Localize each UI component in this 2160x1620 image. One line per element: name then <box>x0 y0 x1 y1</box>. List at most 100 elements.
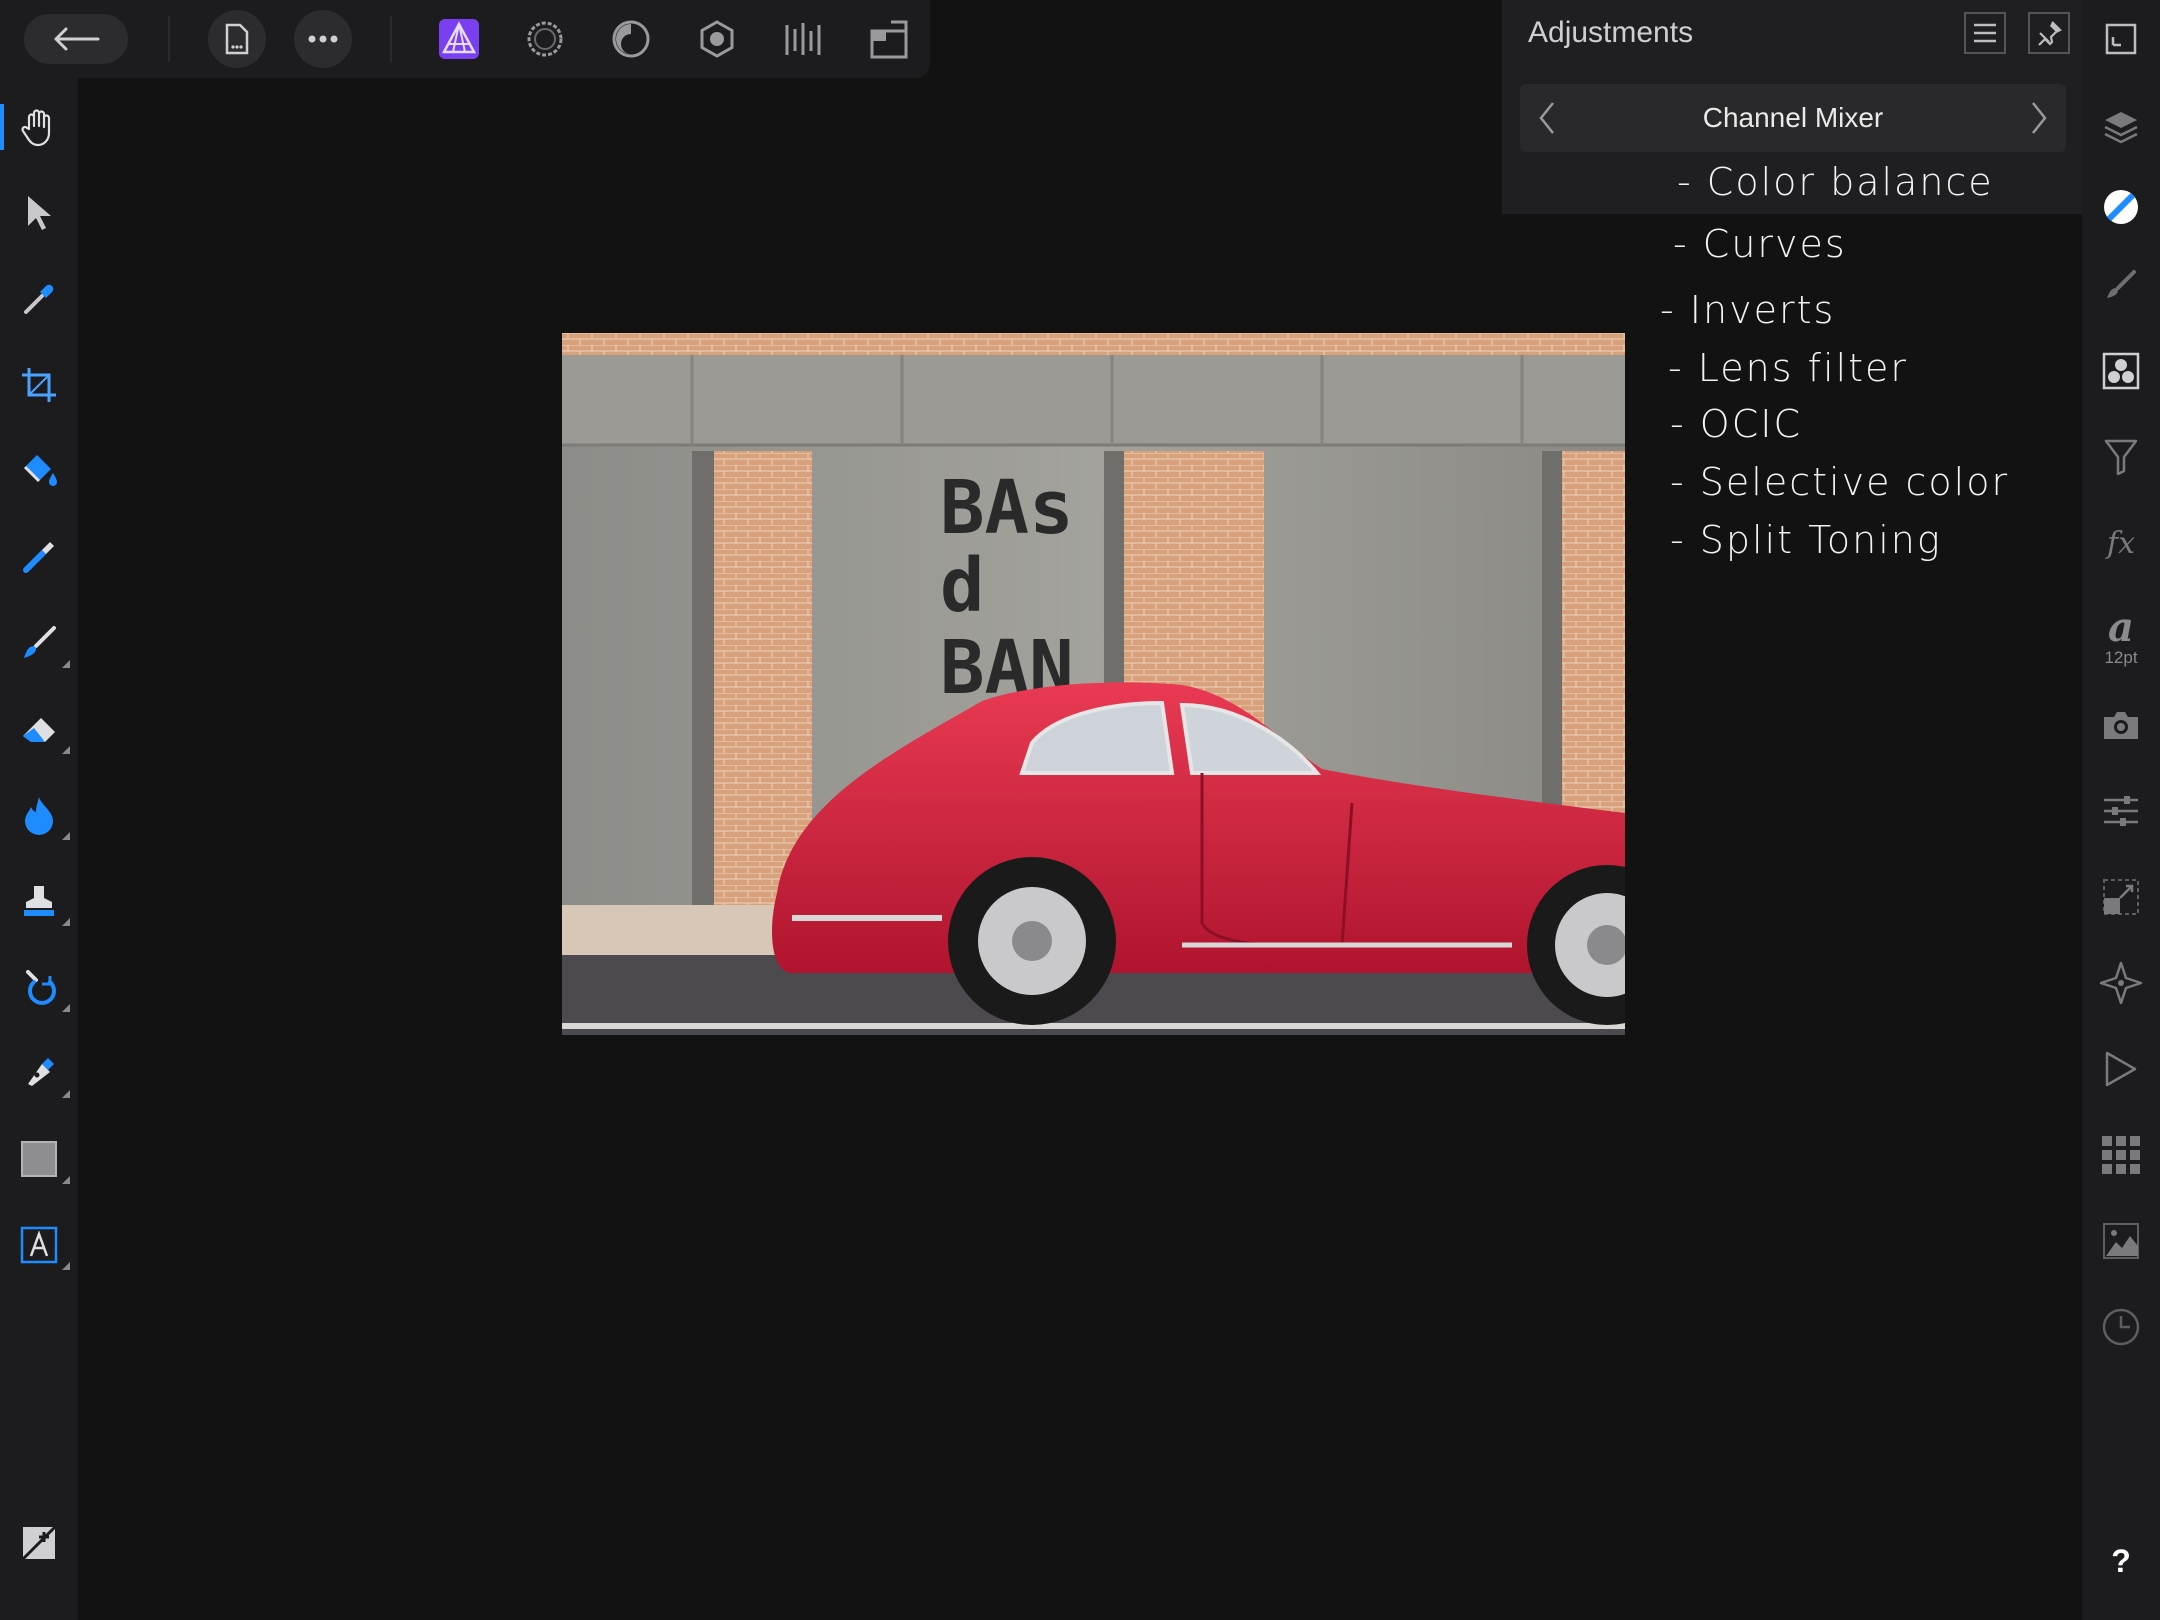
back-button[interactable] <box>24 14 128 64</box>
develop-persona-button[interactable] <box>602 14 660 64</box>
snapshots-studio-button[interactable] <box>2082 690 2160 760</box>
layout-button[interactable] <box>860 14 918 64</box>
layers-studio-button[interactable] <box>2082 92 2160 162</box>
panel-menu-button[interactable] <box>1964 12 2006 54</box>
tools-toolbar <box>0 78 78 1620</box>
sign-text-line-1: BAs <box>940 465 1074 551</box>
preset-selector: Channel Mixer <box>1520 84 2066 152</box>
swatches-icon <box>2102 1136 2140 1174</box>
move-tool[interactable] <box>0 178 78 248</box>
filters-studio-button[interactable] <box>2082 422 2160 492</box>
paint-brush-tool[interactable] <box>0 608 78 678</box>
develop-persona-icon <box>612 20 650 58</box>
dodge-burn-tool[interactable] <box>0 780 78 850</box>
help-icon: ? <box>2111 1542 2131 1579</box>
more-icon <box>308 35 338 43</box>
toolbar-separator <box>390 16 392 62</box>
view-tool[interactable] <box>0 92 78 162</box>
note-line: - Selective color <box>1670 460 2010 504</box>
canvas-fit-icon <box>2105 23 2137 55</box>
rectangle-tool[interactable] <box>0 1124 78 1194</box>
navigator-studio-button[interactable] <box>2082 948 2160 1018</box>
tool-flyout-indicator <box>62 1176 70 1184</box>
layout-icon <box>870 20 908 59</box>
eraser-tool[interactable] <box>0 694 78 764</box>
help-button[interactable]: ? <box>2082 1526 2160 1596</box>
tool-flyout-indicator <box>62 1090 70 1098</box>
tool-flyout-indicator <box>62 832 70 840</box>
histogram-studio-button[interactable] <box>2082 1206 2160 1276</box>
tool-flyout-indicator <box>62 1004 70 1012</box>
clone-stamp-icon <box>24 886 54 916</box>
color-picker-tool[interactable] <box>0 264 78 334</box>
tone-histogram-icon <box>785 23 821 55</box>
add-layer-icon <box>21 1525 57 1561</box>
studio-toolbar: fx a 12pt ? <box>2082 0 2160 1620</box>
add-layer-button[interactable] <box>0 1508 78 1578</box>
panel-pin-button[interactable] <box>2028 12 2070 54</box>
export-persona-button[interactable] <box>774 14 832 64</box>
fx-studio-button[interactable]: fx <box>2082 508 2160 578</box>
toolbar-separator <box>168 16 170 62</box>
text-tool[interactable] <box>0 1210 78 1280</box>
clone-stamp-tool[interactable] <box>0 866 78 936</box>
crop-tool[interactable] <box>0 350 78 420</box>
liquify-persona-button[interactable] <box>516 14 574 64</box>
healing-icon <box>26 970 56 1005</box>
liquify-persona-icon <box>527 21 563 57</box>
channels-icon <box>2102 352 2140 390</box>
healing-tool[interactable] <box>0 952 78 1022</box>
adjustments-studio-button[interactable] <box>2082 172 2160 242</box>
document-button[interactable] <box>208 10 266 68</box>
tool-flyout-indicator <box>62 918 70 926</box>
settings-sliders-icon <box>2104 796 2138 826</box>
tone-mapping-persona-button[interactable] <box>688 14 746 64</box>
selection-brush-icon <box>23 542 54 573</box>
selection-brush-tool[interactable] <box>0 522 78 592</box>
layers-icon <box>2104 112 2138 144</box>
channels-studio-button[interactable] <box>2082 336 2160 406</box>
hand-icon <box>21 109 51 147</box>
brushes-icon <box>2107 270 2136 298</box>
adjustments-icon <box>2104 190 2138 224</box>
document-canvas[interactable]: BAs d BAN <box>562 333 1625 1035</box>
active-tool-indicator <box>0 104 4 150</box>
swatches-studio-button[interactable] <box>2082 1120 2160 1190</box>
crop-icon <box>22 368 56 402</box>
flood-fill-tool[interactable] <box>0 436 78 506</box>
rectangle-icon <box>21 1141 57 1177</box>
back-arrow-icon <box>54 27 100 51</box>
chevron-right-icon <box>2032 102 2047 134</box>
macro-studio-button[interactable] <box>2082 1034 2160 1104</box>
current-preset-label[interactable]: Channel Mixer <box>1520 102 2066 134</box>
brushes-studio-button[interactable] <box>2082 250 2160 320</box>
sign-text-line-2: d <box>940 543 985 629</box>
next-preset-button[interactable] <box>2024 100 2054 136</box>
photo-persona-button[interactable] <box>430 14 488 64</box>
pen-icon <box>28 1058 54 1086</box>
note-line: - OCIC <box>1670 402 1802 446</box>
settings-studio-button[interactable] <box>2082 776 2160 846</box>
pin-icon <box>2038 21 2062 46</box>
tool-flyout-indicator <box>62 1262 70 1270</box>
move-icon <box>28 196 51 230</box>
text-style-studio-button[interactable]: a 12pt <box>2082 598 2160 678</box>
history-icon <box>2102 1308 2140 1346</box>
tool-flyout-indicator <box>62 660 70 668</box>
transform-icon <box>2103 879 2139 915</box>
note-line: - Color balance <box>1677 160 1994 204</box>
camera-icon <box>2104 712 2138 739</box>
transform-studio-button[interactable] <box>2082 862 2160 932</box>
photo-persona-icon <box>439 19 479 59</box>
histogram-icon <box>2103 1223 2139 1259</box>
pen-tool[interactable] <box>0 1038 78 1108</box>
canvas-fit-button[interactable] <box>2082 4 2160 74</box>
more-button[interactable] <box>294 10 352 68</box>
history-studio-button[interactable] <box>2082 1292 2160 1362</box>
fx-icon: fx <box>2106 525 2136 561</box>
filters-icon <box>2104 439 2138 476</box>
tone-mapping-persona-icon <box>700 20 734 58</box>
text-style-icon: a <box>2108 604 2134 651</box>
photo-image: BAs d BAN <box>562 333 1625 1035</box>
paint-brush-icon <box>24 626 56 658</box>
